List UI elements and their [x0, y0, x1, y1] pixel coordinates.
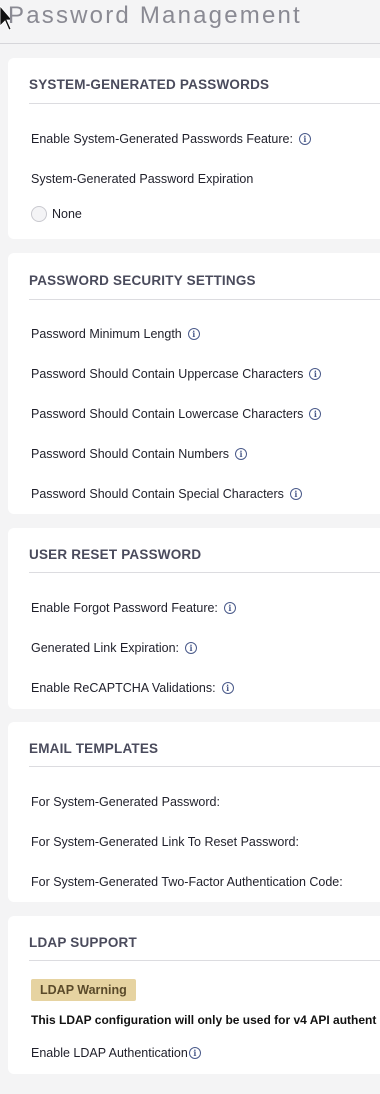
ldap-warning-badge: LDAP Warning: [31, 979, 136, 1001]
setting-label: For System-Generated Password:: [31, 795, 220, 809]
enable-ldap-row: Enable LDAP Authentication i: [31, 1046, 201, 1060]
password-expiration-row: System-Generated Password Expiration: [31, 172, 253, 186]
enable-system-generated-passwords-row: Enable System-Generated Passwords Featur…: [31, 132, 311, 146]
system-generated-password-template-row: For System-Generated Password:: [31, 795, 220, 809]
info-icon[interactable]: i: [235, 448, 248, 460]
info-icon[interactable]: i: [223, 602, 236, 614]
setting-label: Password Should Contain Special Characte…: [31, 487, 284, 501]
setting-label: Password Should Contain Uppercase Charac…: [31, 367, 304, 381]
setting-label: Enable ReCAPTCHA Validations:: [31, 681, 216, 695]
panel-divider: [29, 766, 380, 767]
info-icon[interactable]: i: [309, 408, 322, 420]
info-icon[interactable]: i: [221, 682, 234, 694]
setting-label: For System-Generated Link To Reset Passw…: [31, 835, 299, 849]
lowercase-row: Password Should Contain Lowercase Charac…: [31, 407, 322, 421]
title-divider: [0, 43, 380, 44]
page-title: Password Management: [8, 2, 302, 29]
panel-divider: [29, 103, 380, 104]
setting-label: For System-Generated Two-Factor Authenti…: [31, 875, 343, 889]
recaptcha-row: Enable ReCAPTCHA Validations: i: [31, 681, 234, 695]
system-generated-passwords-panel: SYSTEM-GENERATED PASSWORDS Enable System…: [8, 58, 380, 239]
panel-divider: [29, 572, 380, 573]
reset-link-template-row: For System-Generated Link To Reset Passw…: [31, 835, 299, 849]
uppercase-row: Password Should Contain Uppercase Charac…: [31, 367, 322, 381]
link-expiration-row: Generated Link Expiration: i: [31, 641, 198, 655]
ldap-warning-text: This LDAP configuration will only be use…: [31, 1013, 377, 1027]
panel-title: SYSTEM-GENERATED PASSWORDS: [29, 77, 270, 92]
setting-label: Password Should Contain Lowercase Charac…: [31, 407, 304, 421]
info-icon[interactable]: i: [298, 133, 311, 145]
ldap-support-panel: LDAP SUPPORT LDAP Warning This LDAP conf…: [8, 916, 380, 1074]
radio-label: None: [52, 207, 82, 221]
info-icon[interactable]: i: [289, 488, 302, 500]
none-radio[interactable]: [31, 206, 47, 222]
setting-label: Enable Forgot Password Feature:: [31, 601, 218, 615]
setting-label: Generated Link Expiration:: [31, 641, 180, 655]
panel-divider: [29, 960, 380, 961]
panel-title: EMAIL TEMPLATES: [29, 741, 159, 756]
info-icon[interactable]: i: [187, 328, 200, 340]
panel-divider: [29, 299, 380, 300]
panel-title: PASSWORD SECURITY SETTINGS: [29, 273, 256, 288]
email-templates-panel: EMAIL TEMPLATES For System-Generated Pas…: [8, 722, 380, 902]
panel-title: USER RESET PASSWORD: [29, 547, 202, 562]
setting-label: Password Minimum Length: [31, 327, 182, 341]
expiration-none-option[interactable]: None: [31, 206, 82, 222]
user-reset-password-panel: USER RESET PASSWORD Enable Forgot Passwo…: [8, 528, 380, 709]
setting-label: System-Generated Password Expiration: [31, 172, 254, 186]
password-security-settings-panel: PASSWORD SECURITY SETTINGS Password Mini…: [8, 253, 380, 514]
setting-label: Enable LDAP Authentication: [31, 1046, 188, 1060]
numbers-row: Password Should Contain Numbers i: [31, 447, 248, 461]
special-characters-row: Password Should Contain Special Characte…: [31, 487, 302, 501]
info-icon[interactable]: i: [309, 368, 322, 380]
panel-title: LDAP SUPPORT: [29, 935, 137, 950]
minimum-length-row: Password Minimum Length i: [31, 327, 200, 341]
forgot-password-row: Enable Forgot Password Feature: i: [31, 601, 236, 615]
setting-label: Password Should Contain Numbers: [31, 447, 230, 461]
setting-label: Enable System-Generated Passwords Featur…: [31, 132, 293, 146]
info-icon[interactable]: i: [188, 1047, 201, 1059]
info-icon[interactable]: i: [185, 642, 198, 654]
two-factor-code-template-row: For System-Generated Two-Factor Authenti…: [31, 875, 343, 889]
